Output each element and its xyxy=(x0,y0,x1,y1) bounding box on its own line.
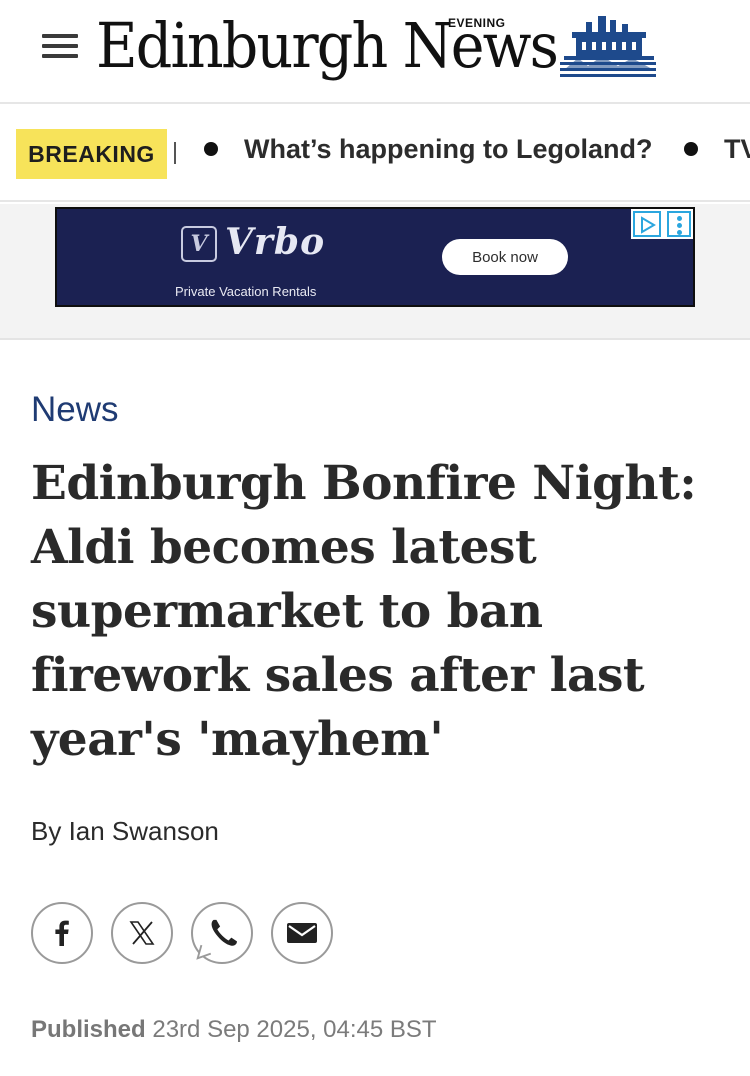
bullet-icon xyxy=(683,141,698,156)
ticker-item[interactable]: What’s happening to Legoland? xyxy=(244,134,652,164)
article-byline[interactable]: By Ian Swanson xyxy=(31,816,219,847)
breaking-divider xyxy=(174,142,176,164)
email-icon xyxy=(287,923,317,943)
facebook-icon xyxy=(55,920,69,946)
ad-tagline: Private Vacation Rentals xyxy=(175,284,317,299)
breaking-badge: BREAKING xyxy=(16,129,167,179)
whatsapp-icon xyxy=(196,919,237,960)
site-header: Edinburgh News EVENING xyxy=(0,0,750,104)
published-label: Published xyxy=(31,1016,146,1043)
book-now-button[interactable]: Book now xyxy=(442,239,568,275)
ad-container: V Vrbo Private Vacation Rentals Book now xyxy=(0,204,750,340)
share-buttons xyxy=(31,902,333,964)
logo-superscript: EVENING xyxy=(448,16,506,30)
breaking-ticker: What’s happening to Legoland? TV xyxy=(204,134,750,165)
more-options-icon[interactable] xyxy=(667,211,691,237)
vrbo-logo-icon: V xyxy=(181,226,217,262)
email-share-button[interactable] xyxy=(271,902,333,964)
category-link[interactable]: News xyxy=(31,390,119,430)
published-date: Published 23rd Sep 2025, 04:45 BST xyxy=(31,1016,437,1044)
ad-choices[interactable] xyxy=(631,209,693,239)
bullet-icon xyxy=(204,141,218,156)
published-datetime: 23rd Sep 2025, 04:45 BST xyxy=(152,1016,437,1043)
castle-icon xyxy=(560,16,656,77)
article-headline: Edinburgh Bonfire Night: Aldi becomes la… xyxy=(31,456,697,767)
ad-brand: Vrbo xyxy=(225,221,326,263)
vrbo-logo-mark: V xyxy=(190,231,208,257)
adchoices-play-icon[interactable] xyxy=(633,211,661,237)
breaking-news-bar: BREAKING What’s happening to Legoland? T… xyxy=(0,106,750,202)
hamburger-menu-icon[interactable] xyxy=(42,34,78,60)
site-logo[interactable]: Edinburgh News EVENING xyxy=(96,6,666,86)
whatsapp-share-button[interactable] xyxy=(191,902,253,964)
ticker-item[interactable]: TV xyxy=(724,134,750,164)
facebook-share-button[interactable] xyxy=(31,902,93,964)
x-icon xyxy=(129,921,155,945)
vrbo-ad-banner[interactable]: V Vrbo Private Vacation Rentals Book now xyxy=(55,207,695,307)
x-share-button[interactable] xyxy=(111,902,173,964)
